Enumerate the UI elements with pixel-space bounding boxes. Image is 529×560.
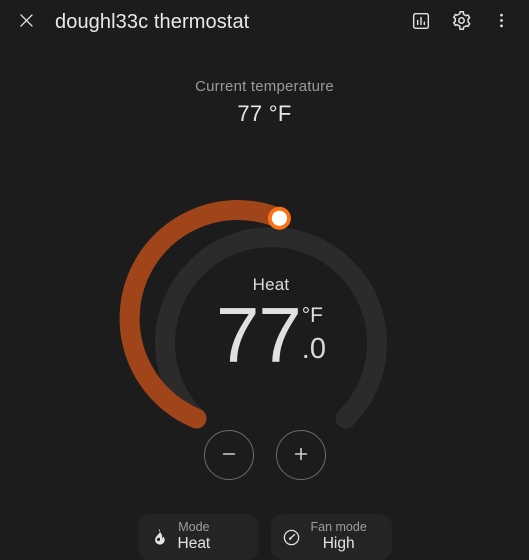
page-title: doughl33c thermostat [55,10,250,33]
history-button[interactable] [401,2,441,42]
current-temperature-value: 77 °F [237,101,292,126]
dial-handle[interactable] [267,206,291,230]
minus-icon [219,444,239,467]
mode-controls: Mode Heat Fan mode High [0,514,529,560]
fan-mode-selector-value: High [322,535,355,553]
mode-selector-text: Mode Heat [178,520,211,553]
thermostat-dialog: doughl33c thermostat Current temperature… [0,0,529,560]
gear-icon [451,10,472,34]
plus-icon [291,444,311,467]
flame-icon [149,527,169,547]
mode-selector-value: Heat [177,535,211,553]
dialog-header: doughl33c thermostat [0,0,529,44]
current-temperature-block: Current temperature 77 °F [0,78,529,127]
gauge-icon [282,527,302,547]
fan-mode-selector-card[interactable]: Fan mode High [270,514,392,560]
close-button[interactable] [6,2,46,42]
increase-temperature-button[interactable] [275,430,326,480]
more-vertical-icon [492,11,511,33]
fan-mode-selector-text: Fan mode High [311,520,367,553]
dial-track [155,227,387,429]
mode-selector-card[interactable]: Mode Heat [137,514,259,560]
decrease-temperature-button[interactable] [203,430,254,480]
close-icon [17,11,36,33]
bar-chart-icon [411,11,431,34]
settings-button[interactable] [441,2,481,42]
header-actions [401,2,521,42]
fan-mode-selector-label: Fan mode [310,520,367,535]
current-temperature-label: Current temperature [195,78,334,95]
overflow-menu-button[interactable] [481,2,521,42]
mode-selector-label: Mode [178,520,210,535]
temperature-steppers [0,430,529,480]
